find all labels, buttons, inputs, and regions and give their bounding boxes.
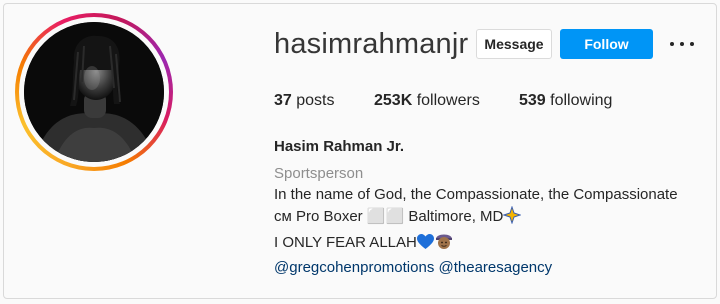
full-name: Hasim Rahman Jr. — [274, 138, 405, 155]
bio-line-2-text: см Pro Boxer ⬜⬜ Baltimore, MD — [274, 207, 504, 225]
following-stat[interactable]: 539 following — [519, 91, 612, 111]
story-ring[interactable] — [15, 13, 173, 171]
dot — [680, 42, 684, 46]
followers-label: followers — [416, 92, 480, 109]
profile-header-card: hasimrahmanjr Message Follow 37 posts 25… — [3, 3, 717, 299]
avatar[interactable] — [24, 22, 164, 162]
bio-line-3: I ONLY FEAR ALLAH — [274, 230, 714, 257]
man-with-headwear-icon — [434, 230, 454, 257]
avatar-photo-icon — [24, 22, 164, 162]
avatar-gap — [19, 17, 169, 167]
link-gregcohenpromotions[interactable]: @gregcohenpromotions — [274, 259, 434, 276]
ellipsis-horizontal-icon[interactable] — [670, 36, 694, 52]
followers-count: 253K — [374, 92, 413, 109]
dot — [690, 42, 694, 46]
posts-count: 37 — [274, 92, 292, 109]
profile-bio: Hasim Rahman Jr. Sportsperson In the nam… — [274, 136, 714, 278]
sparkle-star-icon — [502, 204, 522, 231]
username: hasimrahmanjr — [274, 28, 469, 60]
message-button[interactable]: Message — [476, 29, 552, 59]
follow-button[interactable]: Follow — [560, 29, 653, 59]
following-label: following — [550, 92, 613, 109]
bio-line-3-text: I ONLY FEAR ALLAH — [274, 234, 417, 251]
blue-heart-icon — [416, 234, 434, 257]
bio-links: @gregcohenpromotions @thearesagency — [274, 257, 714, 279]
link-thearesagency[interactable]: @thearesagency — [439, 259, 553, 276]
following-count: 539 — [519, 92, 546, 109]
bio-line-1: In the name of God, the Compassionate, t… — [274, 186, 678, 203]
posts-label: posts — [296, 92, 335, 109]
posts-stat: 37 posts — [274, 91, 335, 111]
category-label: Sportsperson — [274, 164, 364, 182]
dot — [670, 42, 674, 46]
followers-stat[interactable]: 253K followers — [374, 91, 480, 111]
bio-line-2: см Pro Boxer ⬜⬜ Baltimore, MD — [274, 204, 714, 231]
